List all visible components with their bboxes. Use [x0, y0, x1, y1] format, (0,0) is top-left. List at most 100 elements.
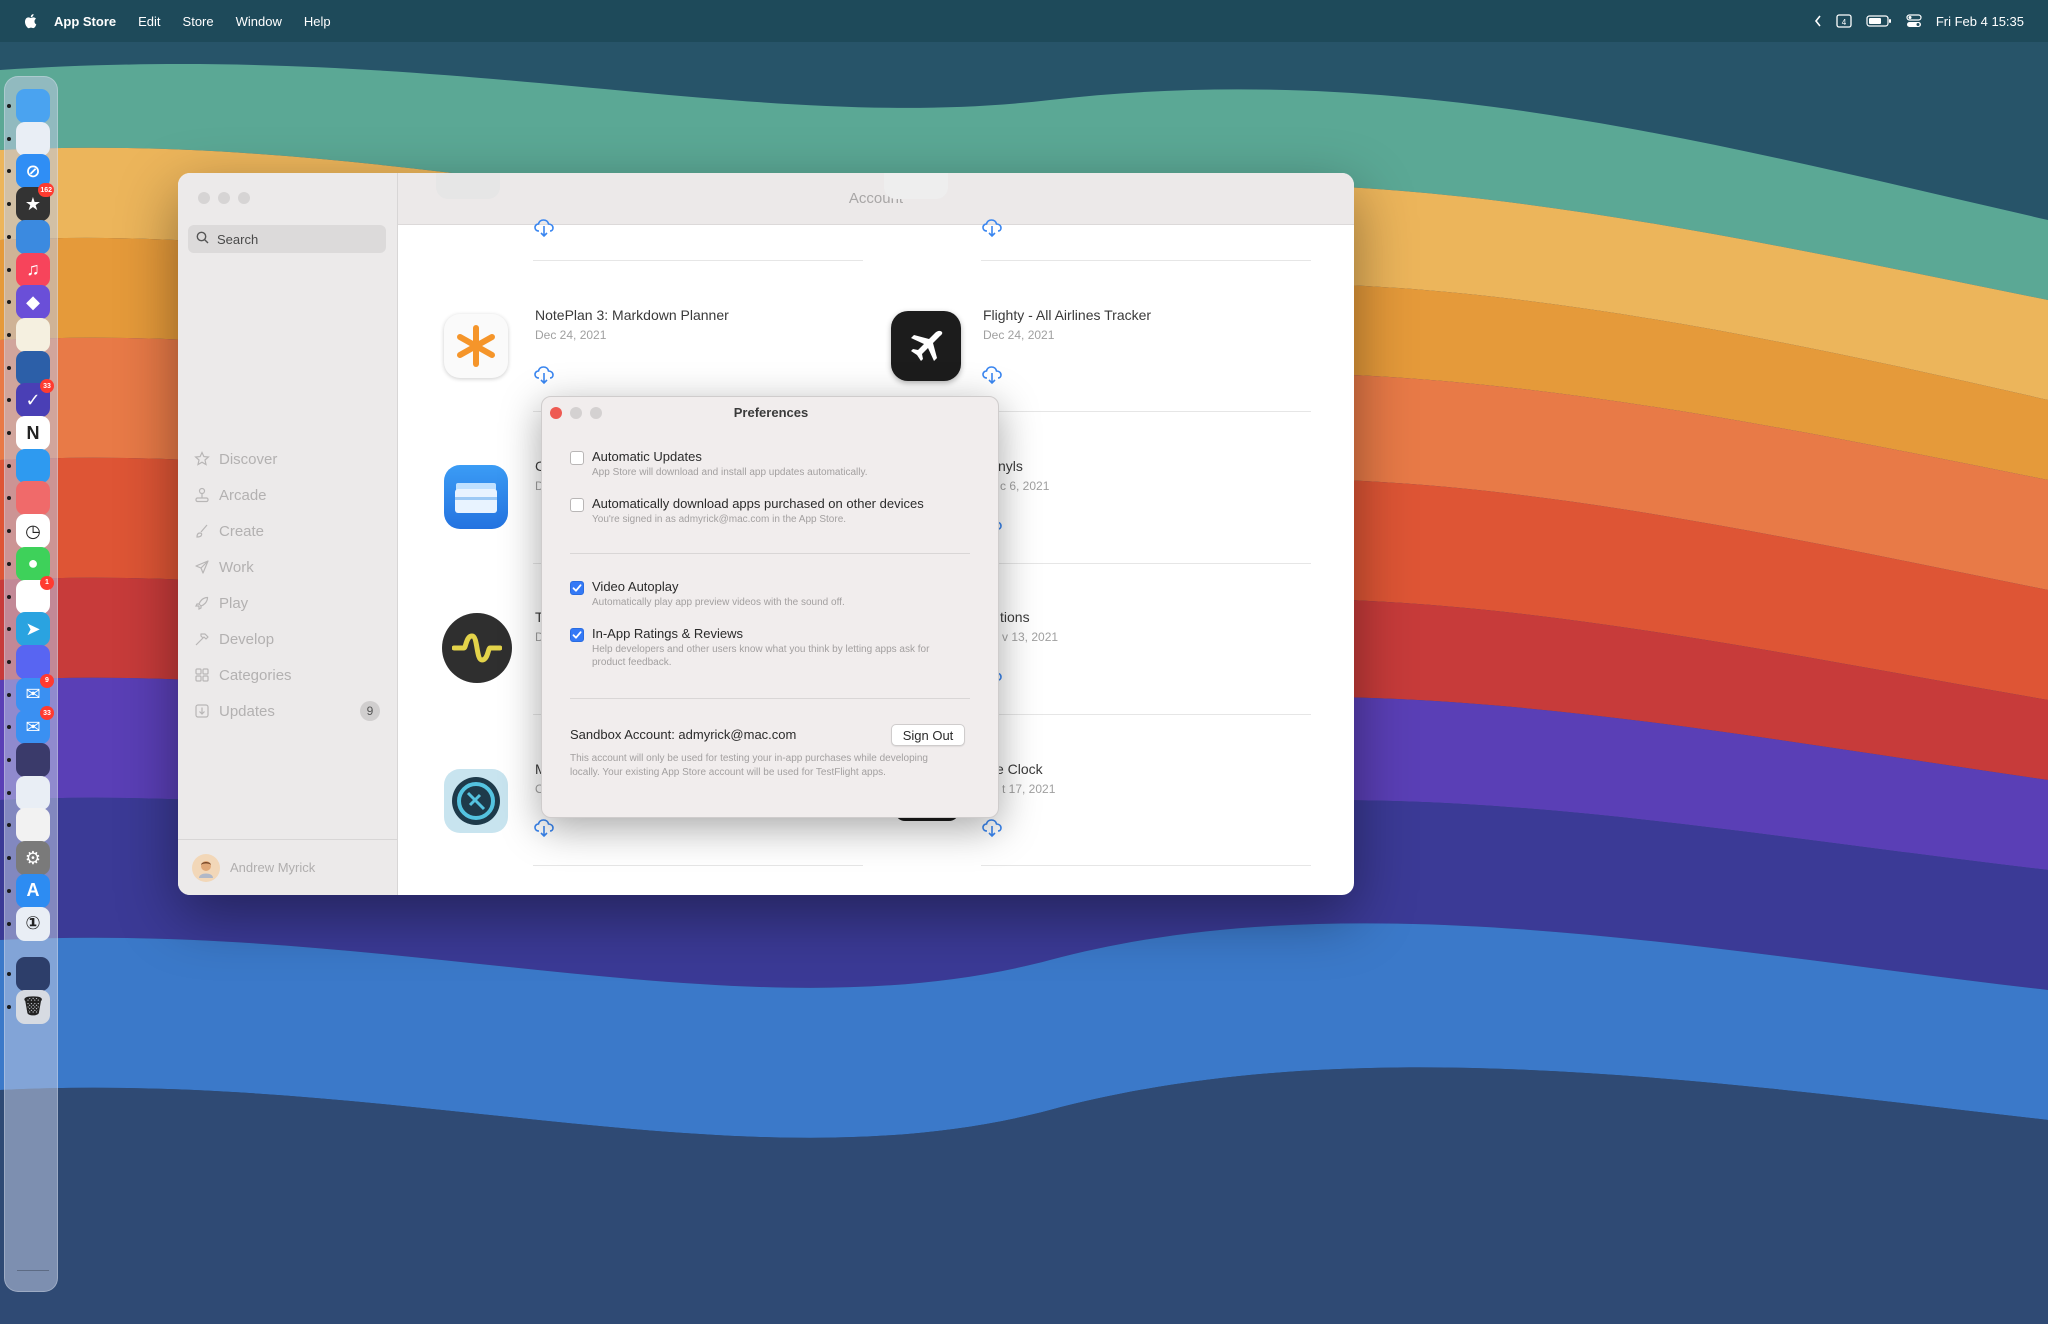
dock-running-indicator	[7, 1004, 11, 1009]
row-divider	[981, 563, 1311, 564]
sidebar-item-work[interactable]: Work	[194, 555, 384, 579]
notes-icon[interactable]	[16, 317, 50, 352]
minimize-window-button[interactable]	[218, 192, 230, 204]
chevron-left-icon[interactable]	[1814, 15, 1822, 27]
tweetbot-icon[interactable]	[16, 219, 50, 254]
music-icon[interactable]: ♫	[16, 252, 50, 287]
sidebar-item-discover[interactable]: Discover	[194, 447, 384, 471]
files-app-icon[interactable]	[444, 465, 508, 529]
dock-badge: 9	[40, 673, 54, 688]
sidebar-item-label: Arcade	[219, 486, 267, 504]
dock-running-indicator	[7, 790, 11, 795]
shortcuts-icon[interactable]	[16, 743, 50, 777]
row-divider	[981, 411, 1311, 412]
slack-icon[interactable]: 1	[16, 575, 54, 614]
obsidian-icon[interactable]: ◆	[16, 285, 50, 320]
menu-app-name[interactable]: App Store	[54, 14, 116, 29]
option-label: Automatic Updates	[592, 449, 702, 464]
control-center-icon[interactable]	[1906, 14, 1922, 28]
telegram-icon[interactable]: ➤	[16, 612, 50, 647]
dock-running-indicator	[7, 758, 11, 762]
app-icon[interactable]	[444, 769, 508, 833]
dock-running-indicator	[7, 169, 11, 174]
sidebar-item-develop[interactable]: Develop	[194, 627, 384, 651]
reeder-icon[interactable]: ★ 162	[16, 183, 54, 222]
menu-store[interactable]: Store	[183, 14, 214, 29]
flighty-app-icon[interactable]	[891, 311, 961, 381]
video-autoplay-checkbox[interactable]	[570, 581, 584, 595]
row-divider	[981, 865, 1311, 866]
downloads-icon[interactable]	[16, 957, 50, 992]
asana-icon[interactable]	[16, 481, 50, 516]
row-divider	[533, 865, 863, 866]
system-preferences-icon[interactable]: ⚙	[16, 841, 50, 876]
app-name: Flighty - All Airlines Tracker	[983, 307, 1152, 323]
option-label: In-App Ratings & Reviews	[592, 626, 744, 641]
section-divider	[570, 698, 970, 699]
menu-edit[interactable]: Edit	[138, 14, 160, 29]
sidebar-item-play[interactable]: Play	[194, 591, 384, 615]
app-icon-partial[interactable]	[884, 173, 948, 199]
download-cloud-icon[interactable]	[533, 218, 557, 238]
app-date: t 17, 2021	[1002, 782, 1056, 796]
sidebar-item-categories[interactable]: Categories	[194, 663, 384, 687]
option-description: Help developers and other users know wha…	[592, 644, 930, 668]
download-cloud-icon[interactable]	[981, 218, 1005, 238]
search-icon	[196, 231, 209, 247]
clock-icon[interactable]: ◷	[16, 514, 50, 549]
apple-logo-icon[interactable]	[20, 11, 40, 31]
download-cloud-icon[interactable]	[533, 365, 557, 385]
spark-icon[interactable]	[16, 448, 50, 483]
dock-running-indicator	[7, 365, 11, 370]
notion-icon[interactable]: N	[16, 416, 50, 450]
app-name: NotePlan 3: Markdown Planner	[535, 307, 729, 323]
sidebar-item-updates[interactable]: Updates 9	[194, 699, 384, 723]
brush-icon	[194, 523, 210, 539]
close-window-button[interactable]	[198, 192, 210, 204]
ratings-reviews-checkbox[interactable]	[570, 628, 584, 642]
dock-running-indicator	[7, 398, 11, 403]
download-cloud-icon[interactable]	[981, 818, 1005, 838]
launchpad-icon[interactable]	[16, 121, 50, 156]
airmail-icon[interactable]: ✉ 33	[16, 706, 54, 745]
calendar-icon[interactable]: 4	[1836, 14, 1852, 28]
download-cloud-icon[interactable]	[981, 365, 1005, 385]
dock-badge: 162	[38, 183, 54, 198]
avatar	[192, 853, 220, 882]
sandbox-account-description: This account will only be used for testi…	[570, 753, 928, 778]
auto-download-checkbox[interactable]	[570, 498, 584, 512]
app-store-icon[interactable]: A	[16, 873, 50, 908]
dock-running-indicator	[7, 496, 11, 501]
menu-window[interactable]: Window	[236, 14, 282, 29]
search-input[interactable]: Search	[188, 225, 386, 253]
dock-badge: 33	[40, 706, 54, 721]
preview-icon[interactable]	[16, 775, 50, 810]
noteplan-app-icon[interactable]	[444, 314, 508, 378]
battery-icon[interactable]	[1866, 15, 1892, 27]
dock-running-indicator	[7, 627, 11, 632]
sidebar-user[interactable]: Andrew Myrick	[178, 839, 398, 895]
timing-app-icon[interactable]	[442, 613, 512, 683]
omnifocus-icon[interactable]: ✓ 33	[16, 379, 54, 418]
download-cloud-icon[interactable]	[533, 818, 557, 838]
sidebar-item-arcade[interactable]: Arcade	[194, 483, 384, 507]
option-label: Automatically download apps purchased on…	[592, 496, 924, 511]
dock-badge: 1	[40, 575, 54, 590]
zoom-window-button[interactable]	[238, 192, 250, 204]
sign-out-button[interactable]: Sign Out	[891, 724, 965, 746]
dock-running-indicator	[7, 594, 11, 599]
1password-icon[interactable]: ①	[16, 906, 50, 941]
sidebar-item-create[interactable]: Create	[194, 519, 384, 543]
pixelmator-icon[interactable]	[16, 808, 50, 843]
menu-help[interactable]: Help	[304, 14, 331, 29]
sidebar-item-label: Play	[219, 594, 249, 612]
trash-icon[interactable]: 🗑	[16, 989, 50, 1024]
menubar-datetime[interactable]: Fri Feb 4 15:35	[1936, 14, 2024, 29]
row-divider	[981, 260, 1311, 261]
sidebar-item-label: Updates	[219, 702, 275, 720]
dock-running-indicator	[7, 104, 11, 108]
dock-running-indicator	[7, 431, 11, 435]
app-icon-partial[interactable]	[436, 173, 500, 199]
automatic-updates-checkbox[interactable]	[570, 451, 584, 465]
finder-icon[interactable]	[16, 89, 50, 123]
